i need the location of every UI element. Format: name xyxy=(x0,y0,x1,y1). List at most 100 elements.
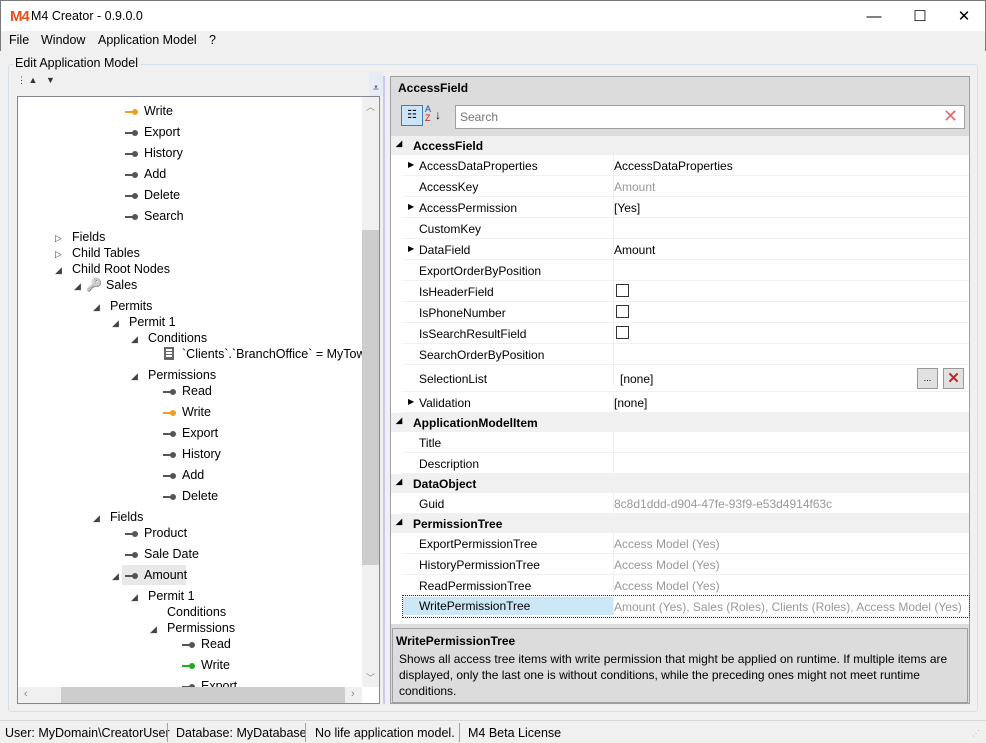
expanded-arrow-icon[interactable]: ◢ xyxy=(74,281,81,292)
property-row[interactable]: IsSearchResultField xyxy=(403,323,969,344)
expand-arrow-icon[interactable]: ▶ xyxy=(408,244,414,253)
tree-node-label: Permissions xyxy=(148,368,217,382)
horizontal-scrollbar[interactable]: ‹ › xyxy=(18,687,362,703)
property-value[interactable]: Amount xyxy=(614,243,655,257)
scroll-down-icon[interactable]: ﹀ xyxy=(362,671,379,684)
toolbar-overflow-button[interactable]: ⩡ xyxy=(369,72,383,96)
category-row[interactable]: ◢ PermissionTree xyxy=(391,514,969,533)
expanded-arrow-icon[interactable]: ◢ xyxy=(131,334,138,345)
property-row[interactable]: Title xyxy=(403,432,969,453)
resize-grip-icon[interactable]: ⋰ xyxy=(972,729,980,738)
group-label: Edit Application Model xyxy=(13,56,140,70)
application-model-tree[interactable]: Write Export History Add Delete Search ▷ Fields… xyxy=(17,96,380,704)
property-value[interactable]: Access Model (Yes) xyxy=(614,537,720,551)
menu-window[interactable]: Window xyxy=(41,33,85,47)
scroll-up-icon[interactable]: ︿ xyxy=(362,100,379,113)
property-value[interactable]: [none] xyxy=(620,372,653,386)
property-value[interactable]: AccessDataProperties xyxy=(614,159,733,173)
property-checkbox[interactable] xyxy=(616,305,629,318)
key-icon xyxy=(125,151,139,157)
vertical-scrollbar[interactable]: ︿ ﹀ xyxy=(362,97,379,687)
property-row[interactable]: IsPhoneNumber xyxy=(403,302,969,323)
horizontal-scroll-thumb[interactable] xyxy=(61,687,345,703)
property-checkbox[interactable] xyxy=(616,284,629,297)
collapsed-arrow-icon[interactable]: ▷ xyxy=(55,249,62,260)
move-up-button[interactable]: ▲ xyxy=(29,75,38,85)
menu-file[interactable]: File xyxy=(9,33,29,47)
category-collapse-icon[interactable]: ◢ xyxy=(396,517,402,526)
expand-arrow-icon[interactable]: ▶ xyxy=(408,397,414,406)
description-panel: WritePermissionTree Shows all access tre… xyxy=(392,628,968,703)
property-row[interactable]: ExportOrderByPosition xyxy=(403,260,969,281)
property-row[interactable]: ExportPermissionTree Access Model (Yes) xyxy=(403,533,969,554)
property-value[interactable]: Amount xyxy=(614,180,655,194)
expanded-arrow-icon[interactable]: ◢ xyxy=(55,265,62,276)
expanded-arrow-icon[interactable]: ◢ xyxy=(93,513,100,524)
property-row[interactable]: ▶ AccessDataProperties AccessDataPropertie… xyxy=(403,155,969,176)
expanded-arrow-icon[interactable]: ◢ xyxy=(131,592,138,603)
scroll-left-icon[interactable]: ‹ xyxy=(24,688,28,700)
expanded-arrow-icon[interactable]: ◢ xyxy=(112,571,119,582)
property-row[interactable]: Description xyxy=(403,453,969,474)
property-row[interactable]: SearchOrderByPosition xyxy=(403,344,969,365)
property-checkbox[interactable] xyxy=(616,326,629,339)
categorized-view-icon[interactable]: ☷ xyxy=(401,105,423,126)
property-value[interactable]: Access Model (Yes) xyxy=(614,579,720,593)
property-row[interactable]: ▶ Validation [none] xyxy=(403,392,969,413)
clear-search-icon[interactable]: ✕ xyxy=(943,106,958,127)
clear-value-button[interactable]: ✕ xyxy=(943,368,964,389)
minimize-button[interactable]: — xyxy=(851,1,897,32)
property-search-input[interactable] xyxy=(455,105,965,129)
property-row[interactable]: SelectionList [none]... ✕ xyxy=(403,365,969,392)
category-row[interactable]: ◢ DataObject xyxy=(391,474,969,493)
collapsed-arrow-icon[interactable]: ▷ xyxy=(55,233,62,244)
tree-node-label: Delete xyxy=(182,489,219,503)
tree-node-label: History xyxy=(144,146,183,160)
property-name: Description xyxy=(419,456,480,471)
category-row[interactable]: ◢ AccessField xyxy=(391,136,969,155)
category-collapse-icon[interactable]: ◢ xyxy=(396,477,402,486)
move-down-button[interactable]: ▼ xyxy=(46,75,55,85)
property-row[interactable]: AccessKey Amount xyxy=(403,176,969,197)
key-icon xyxy=(125,109,139,115)
tree-node-label: Permissions xyxy=(167,621,236,635)
property-row[interactable]: CustomKey xyxy=(403,218,969,239)
property-value[interactable]: Amount (Yes), Sales (Roles), Clients (Ro… xyxy=(614,600,962,614)
property-row[interactable]: ▶ DataField Amount xyxy=(403,239,969,260)
tree-node-label: Child Root Nodes xyxy=(72,262,170,276)
category-collapse-icon[interactable]: ◢ xyxy=(396,139,402,148)
property-value[interactable]: 8c8d1ddd-d904-47fe-93f9-e53d4914f63c xyxy=(614,497,832,511)
expand-arrow-icon[interactable]: ▶ xyxy=(408,202,414,211)
vertical-scroll-thumb[interactable] xyxy=(362,230,379,565)
splitter[interactable] xyxy=(383,76,385,704)
grip-icon: ⋮ xyxy=(17,75,26,85)
menu-application-model[interactable]: Application Model xyxy=(98,33,197,47)
category-row[interactable]: ◢ ApplicationModelItem xyxy=(391,413,969,432)
ellipsis-button[interactable]: ... xyxy=(917,368,938,389)
property-value[interactable]: Access Model (Yes) xyxy=(614,558,720,572)
tree-node-label: Delete xyxy=(144,188,181,202)
property-row[interactable]: IsHeaderField xyxy=(403,281,969,302)
expand-arrow-icon[interactable]: ▶ xyxy=(408,160,414,169)
expanded-arrow-icon[interactable]: ◢ xyxy=(93,302,100,313)
category-collapse-icon[interactable]: ◢ xyxy=(396,416,402,425)
menu-help[interactable]: ? xyxy=(209,33,216,47)
scroll-right-icon[interactable]: › xyxy=(351,688,355,700)
property-row[interactable]: ▶ AccessPermission [Yes] xyxy=(403,197,969,218)
property-name: SearchOrderByPosition xyxy=(419,347,545,362)
property-grid: AccessField ☷ AZ ↓ ✕ ◢ AccessField ▶ Access… xyxy=(390,76,970,704)
expanded-arrow-icon[interactable]: ◢ xyxy=(131,371,138,382)
expanded-arrow-icon[interactable]: ◢ xyxy=(150,624,157,635)
property-row[interactable]: Guid 8c8d1ddd-d904-47fe-93f9-e53d4914f63c xyxy=(403,493,969,514)
property-value[interactable]: [none] xyxy=(614,396,647,410)
expanded-arrow-icon[interactable]: ◢ xyxy=(112,318,119,329)
property-row[interactable]: HistoryPermissionTree Access Model (Yes) xyxy=(403,554,969,575)
maximize-button[interactable]: ☐ xyxy=(897,1,943,32)
property-name: IsPhoneNumber xyxy=(419,305,506,320)
property-row[interactable]: WritePermissionTree Amount (Yes), Sales (… xyxy=(402,595,970,618)
property-value[interactable]: [Yes] xyxy=(614,201,640,215)
alphabetical-sort-icon[interactable]: AZ xyxy=(425,105,431,123)
close-button[interactable]: ✕ xyxy=(941,1,986,32)
property-row[interactable]: ReadPermissionTree Access Model (Yes) xyxy=(403,575,969,596)
key-icon xyxy=(163,410,177,416)
